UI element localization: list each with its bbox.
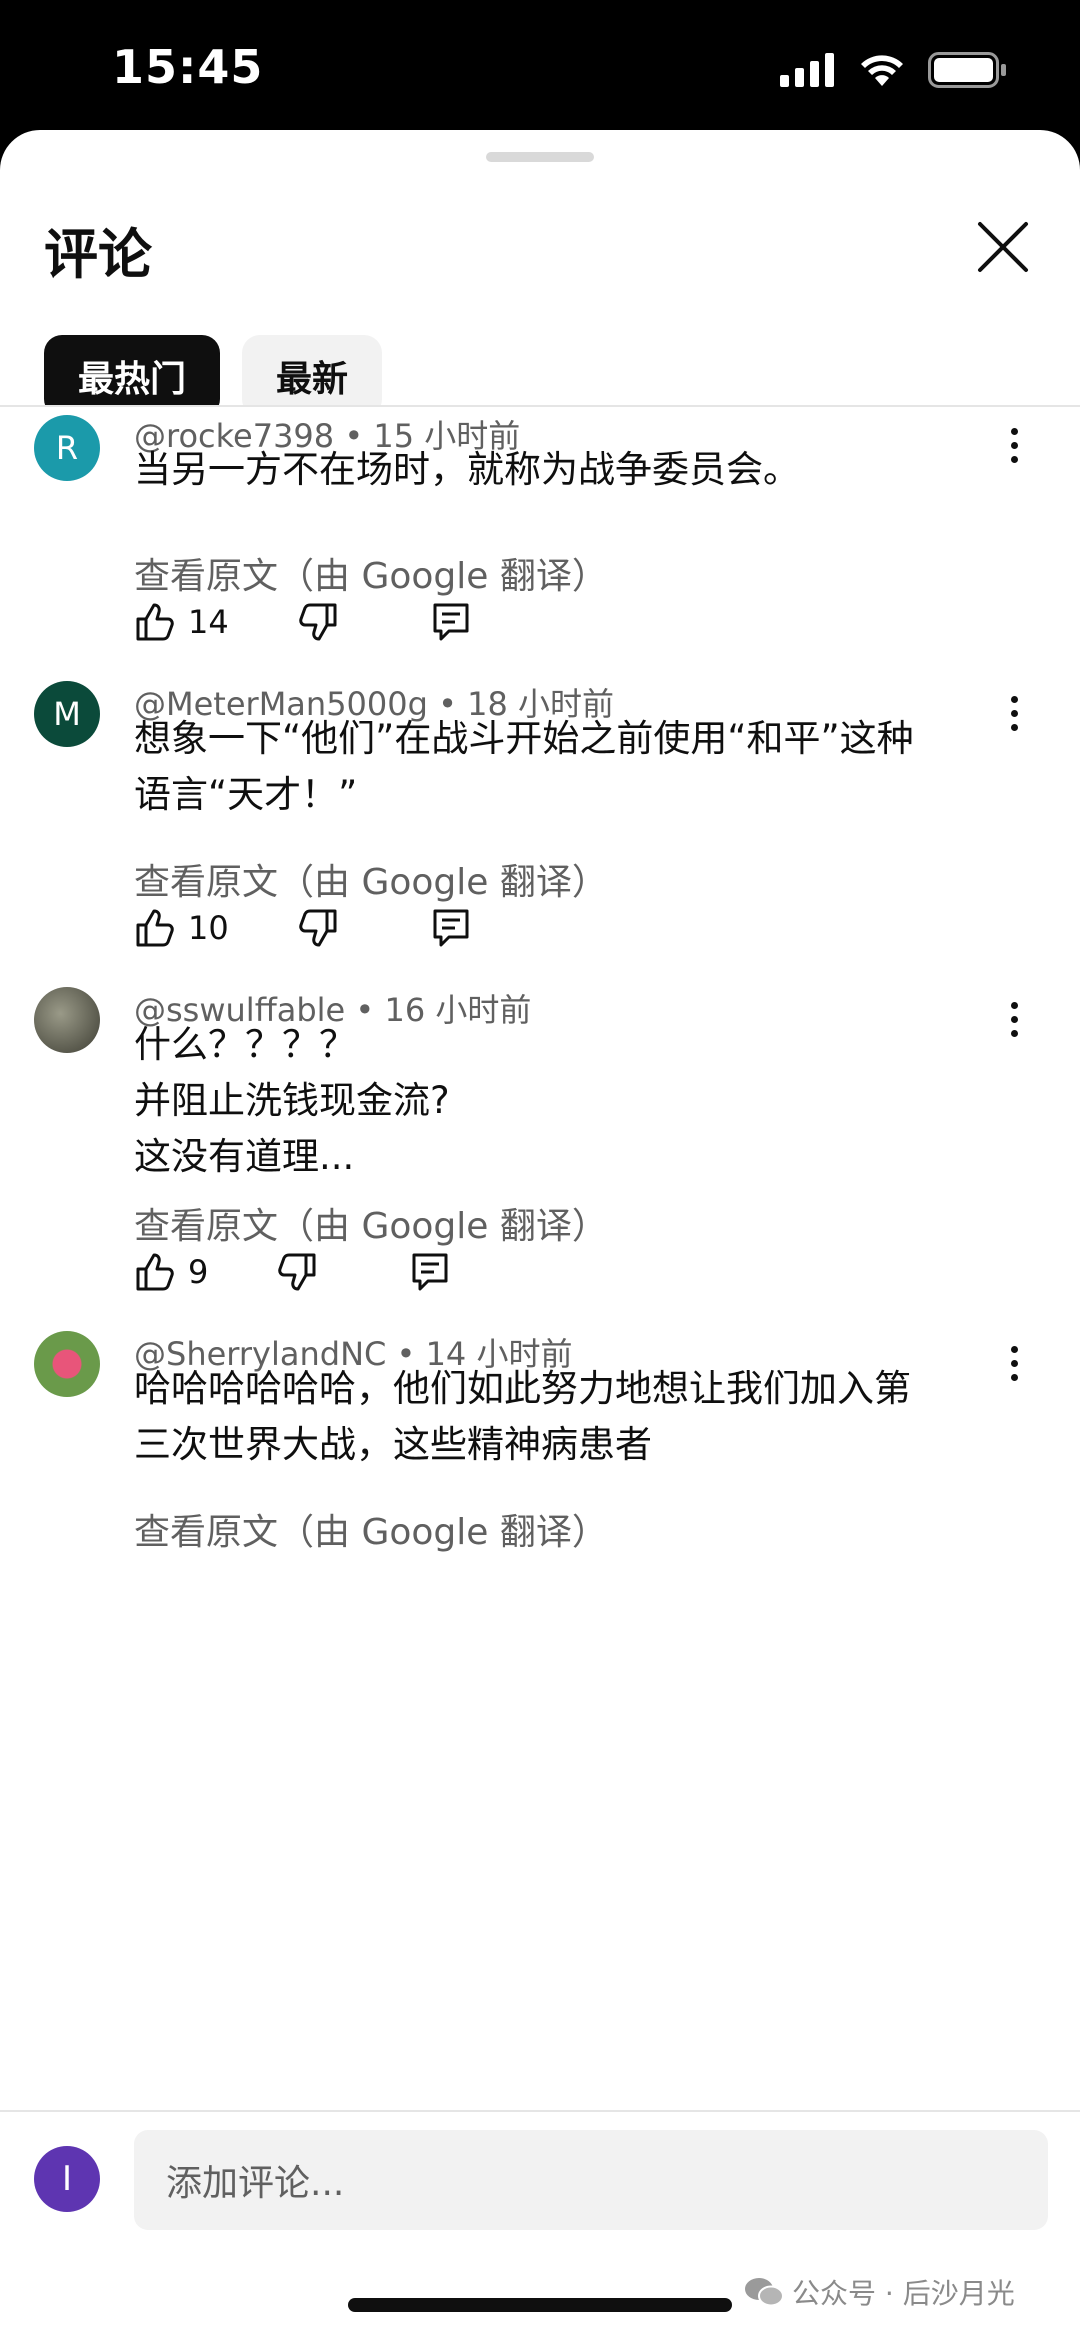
like-count: 10 — [188, 909, 229, 947]
see-original-link[interactable]: 查看原文（由 Google 翻译） — [134, 853, 608, 905]
like-button[interactable]: 9 — [134, 1251, 208, 1293]
reply-button[interactable] — [410, 1251, 450, 1293]
dislike-button[interactable] — [297, 601, 339, 643]
reply-icon — [433, 603, 469, 641]
dislike-button[interactable] — [276, 1251, 318, 1293]
thumbs-down-icon — [298, 909, 337, 947]
comment-actions: 9 — [134, 1247, 450, 1297]
close-icon[interactable] — [972, 216, 1034, 278]
thumbs-up-icon — [136, 909, 174, 947]
dislike-button[interactable] — [297, 907, 339, 949]
watermark: 公众号 · 后沙月光 — [744, 2272, 1015, 2312]
home-indicator[interactable] — [348, 2298, 732, 2312]
comment-text: 当另一方不在场时，就称为战争委员会。 — [134, 448, 800, 491]
comment-actions: 10 — [134, 903, 471, 953]
status-time: 15:45 — [112, 40, 264, 94]
avatar[interactable] — [34, 1331, 100, 1397]
comment-text: 哈哈哈哈哈哈，他们如此努力地想让我们加入第 三次世界大战，这些精神病患者 — [134, 1367, 911, 1466]
like-count: 9 — [188, 1253, 209, 1291]
see-original-link[interactable]: 查看原文（由 Google 翻译） — [134, 1503, 608, 1555]
more-options-icon[interactable] — [996, 1335, 1032, 1391]
more-options-icon[interactable] — [996, 685, 1032, 741]
comment-text: 什么？？？？ 并阻止洗钱现金流? 这没有道理... — [134, 1023, 450, 1178]
wifi-icon — [861, 55, 903, 86]
wechat-icon — [745, 2278, 784, 2307]
status-icons — [780, 52, 1008, 88]
status-bar: 15:45 — [0, 0, 1080, 140]
reply-button[interactable] — [431, 601, 471, 643]
user-avatar[interactable]: I — [34, 2146, 100, 2212]
like-button[interactable]: 14 — [134, 601, 229, 643]
thumbs-down-icon — [298, 603, 337, 641]
drag-handle[interactable] — [486, 152, 594, 162]
cellular-signal-icon — [780, 53, 834, 87]
thumbs-up-icon — [136, 603, 174, 641]
avatar[interactable] — [34, 987, 100, 1053]
like-button[interactable]: 10 — [134, 907, 229, 949]
comment-text: 想象一下“他们”在战斗开始之前使用“和平”这种 语言“天才！” — [134, 717, 914, 816]
watermark-text: 公众号 · 后沙月光 — [792, 2277, 1015, 2310]
avatar[interactable]: R — [34, 415, 100, 481]
comment-list[interactable]: R @rocke7398 • 15 小时前 当另一方不在场时，就称为战争委员会。… — [0, 405, 1080, 2242]
avatar[interactable]: M — [34, 681, 100, 747]
thumbs-up-icon — [136, 1253, 174, 1291]
reply-button[interactable] — [431, 907, 471, 949]
more-options-icon[interactable] — [996, 417, 1032, 473]
comment-actions: 14 — [134, 597, 471, 647]
more-options-icon[interactable] — [996, 991, 1032, 1047]
reply-icon — [433, 909, 469, 947]
thumbs-down-icon — [278, 1253, 316, 1291]
comments-sheet: 评论 最热门 最新 R @rocke7398 • 15 小时前 当另一方不在场时… — [0, 130, 1080, 2337]
like-count: 14 — [188, 603, 229, 641]
reply-icon — [412, 1253, 448, 1291]
battery-icon — [928, 52, 1006, 88]
sheet-title: 评论 — [44, 223, 152, 286]
see-original-link[interactable]: 查看原文（由 Google 翻译） — [134, 547, 608, 599]
add-comment-input[interactable]: 添加评论... — [134, 2130, 1048, 2230]
see-original-link[interactable]: 查看原文（由 Google 翻译） — [134, 1197, 608, 1249]
